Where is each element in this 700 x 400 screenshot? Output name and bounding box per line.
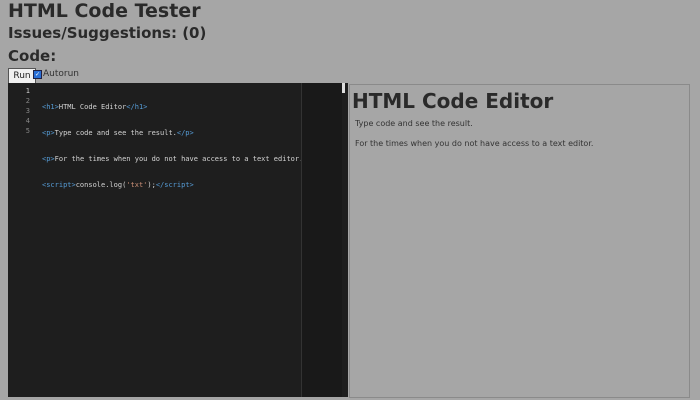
autorun-checkbox[interactable]: ✓ Autorun — [33, 69, 79, 79]
preview-paragraph: For the times when you do not have acces… — [355, 139, 594, 148]
code-line: <script>console.log('txt');</script> — [42, 181, 194, 189]
autorun-label: Autorun — [43, 69, 80, 79]
run-button[interactable]: Run — [8, 68, 36, 84]
minimap[interactable] — [301, 83, 342, 397]
editor-scrollbar[interactable] — [342, 83, 345, 93]
issues-heading: Issues/Suggestions: (0) — [8, 24, 207, 42]
line-number: 5 — [25, 127, 30, 135]
code-heading: Code: — [8, 47, 57, 65]
preview-pane: HTML Code Editor Type code and see the r… — [349, 84, 690, 398]
line-number: 4 — [25, 117, 30, 125]
line-numbers: 1 2 3 4 5 — [8, 86, 30, 136]
preview-heading: HTML Code Editor — [352, 89, 554, 113]
code-text[interactable]: <h1>HTML Code Editor</h1> <p>Type code a… — [42, 86, 304, 232]
preview-paragraph: Type code and see the result. — [355, 119, 473, 128]
line-number: 2 — [25, 97, 30, 105]
code-line: <p>For the times when you do not have ac… — [42, 155, 304, 163]
code-editor[interactable]: 1 2 3 4 5 <h1>HTML Code Editor</h1> <p>T… — [8, 83, 348, 397]
checkbox-icon[interactable]: ✓ — [33, 69, 42, 79]
page-title: HTML Code Tester — [8, 0, 201, 22]
code-line: <h1>HTML Code Editor</h1> — [42, 103, 148, 111]
line-number: 1 — [25, 87, 30, 95]
code-line: <p>Type code and see the result.</p> — [42, 129, 194, 137]
line-number: 3 — [25, 107, 30, 115]
